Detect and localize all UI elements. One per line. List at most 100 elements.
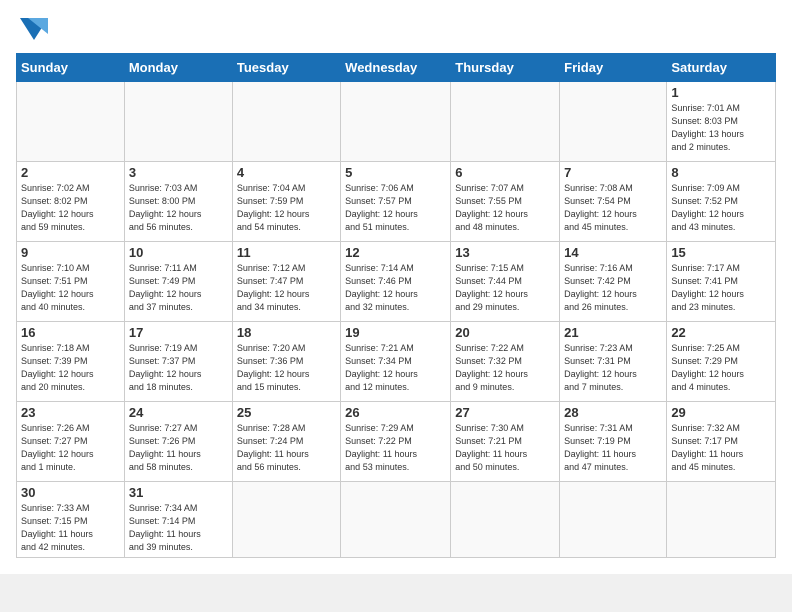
day-number: 14	[564, 245, 662, 260]
day-info: Sunrise: 7:15 AM Sunset: 7:44 PM Dayligh…	[455, 262, 555, 314]
day-number: 3	[129, 165, 228, 180]
calendar-cell	[232, 82, 340, 162]
calendar-cell: 19 Sunrise: 7:21 AM Sunset: 7:34 PM Dayli…	[341, 322, 451, 402]
day-number: 7	[564, 165, 662, 180]
day-number: 15	[671, 245, 771, 260]
day-info: Sunrise: 7:16 AM Sunset: 7:42 PM Dayligh…	[564, 262, 662, 314]
calendar-cell: 27 Sunrise: 7:30 AM Sunset: 7:21 PM Dayli…	[451, 402, 560, 482]
calendar-cell: 5 Sunrise: 7:06 AM Sunset: 7:57 PM Daylig…	[341, 162, 451, 242]
day-info: Sunrise: 7:04 AM Sunset: 7:59 PM Dayligh…	[237, 182, 336, 234]
weekday-header-tuesday: Tuesday	[232, 54, 340, 82]
calendar-cell: 25Sunrise: 7:28 AM Sunset: 7:24 PM Dayli…	[232, 402, 340, 482]
weekday-header-row: SundayMondayTuesdayWednesdayThursdayFrid…	[17, 54, 776, 82]
week-row-4: 16Sunrise: 7:18 AM Sunset: 7:39 PM Dayli…	[17, 322, 776, 402]
day-info: Sunrise: 7:34 AM Sunset: 7:14 PM Dayligh…	[129, 502, 228, 554]
calendar-cell	[667, 482, 776, 558]
day-number: 10	[129, 245, 228, 260]
day-number: 6	[455, 165, 555, 180]
weekday-header-thursday: Thursday	[451, 54, 560, 82]
header	[16, 16, 776, 45]
calendar-cell: 17 Sunrise: 7:19 AM Sunset: 7:37 PM Dayli…	[124, 322, 232, 402]
day-info: Sunrise: 7:12 AM Sunset: 7:47 PM Dayligh…	[237, 262, 336, 314]
day-info: Sunrise: 7:23 AM Sunset: 7:31 PM Dayligh…	[564, 342, 662, 394]
calendar-cell: 23 Sunrise: 7:26 AM Sunset: 7:27 PM Dayli…	[17, 402, 125, 482]
calendar-cell: 3 Sunrise: 7:03 AM Sunset: 8:00 PM Daylig…	[124, 162, 232, 242]
calendar-cell	[560, 82, 667, 162]
day-number: 11	[237, 245, 336, 260]
calendar-cell	[451, 82, 560, 162]
day-number: 18	[237, 325, 336, 340]
logo	[16, 16, 48, 45]
weekday-header-saturday: Saturday	[667, 54, 776, 82]
day-info: Sunrise: 7:21 AM Sunset: 7:34 PM Dayligh…	[345, 342, 446, 394]
day-number: 27	[455, 405, 555, 420]
day-number: 25	[237, 405, 336, 420]
day-number: 8	[671, 165, 771, 180]
calendar-cell: 14 Sunrise: 7:16 AM Sunset: 7:42 PM Dayli…	[560, 242, 667, 322]
page: SundayMondayTuesdayWednesdayThursdayFrid…	[0, 0, 792, 574]
day-number: 31	[129, 485, 228, 500]
day-info: Sunrise: 7:33 AM Sunset: 7:15 PM Dayligh…	[21, 502, 120, 554]
weekday-header-monday: Monday	[124, 54, 232, 82]
day-number: 23	[21, 405, 120, 420]
day-number: 1	[671, 85, 771, 100]
calendar-cell: 6 Sunrise: 7:07 AM Sunset: 7:55 PM Daylig…	[451, 162, 560, 242]
calendar-cell	[17, 82, 125, 162]
day-info: Sunrise: 7:26 AM Sunset: 7:27 PM Dayligh…	[21, 422, 120, 474]
calendar-cell: 29 Sunrise: 7:32 AM Sunset: 7:17 PM Dayli…	[667, 402, 776, 482]
calendar-cell: 20Sunrise: 7:22 AM Sunset: 7:32 PM Dayli…	[451, 322, 560, 402]
day-info: Sunrise: 7:29 AM Sunset: 7:22 PM Dayligh…	[345, 422, 446, 474]
day-number: 26	[345, 405, 446, 420]
day-info: Sunrise: 7:25 AM Sunset: 7:29 PM Dayligh…	[671, 342, 771, 394]
day-number: 4	[237, 165, 336, 180]
day-number: 21	[564, 325, 662, 340]
day-info: Sunrise: 7:32 AM Sunset: 7:17 PM Dayligh…	[671, 422, 771, 474]
calendar-cell	[232, 482, 340, 558]
day-info: Sunrise: 7:08 AM Sunset: 7:54 PM Dayligh…	[564, 182, 662, 234]
calendar-cell: 11 Sunrise: 7:12 AM Sunset: 7:47 PM Dayli…	[232, 242, 340, 322]
day-number: 30	[21, 485, 120, 500]
day-info: Sunrise: 7:30 AM Sunset: 7:21 PM Dayligh…	[455, 422, 555, 474]
day-number: 22	[671, 325, 771, 340]
week-row-1: 1 Sunrise: 7:01 AM Sunset: 8:03 PM Daylig…	[17, 82, 776, 162]
day-number: 2	[21, 165, 120, 180]
calendar-cell	[560, 482, 667, 558]
day-info: Sunrise: 7:11 AM Sunset: 7:49 PM Dayligh…	[129, 262, 228, 314]
calendar-cell: 18 Sunrise: 7:20 AM Sunset: 7:36 PM Dayli…	[232, 322, 340, 402]
calendar-cell: 31 Sunrise: 7:34 AM Sunset: 7:14 PM Dayli…	[124, 482, 232, 558]
weekday-header-sunday: Sunday	[17, 54, 125, 82]
day-number: 17	[129, 325, 228, 340]
day-info: Sunrise: 7:18 AM Sunset: 7:39 PM Dayligh…	[21, 342, 120, 394]
day-info: Sunrise: 7:06 AM Sunset: 7:57 PM Dayligh…	[345, 182, 446, 234]
day-number: 29	[671, 405, 771, 420]
calendar-cell: 28Sunrise: 7:31 AM Sunset: 7:19 PM Dayli…	[560, 402, 667, 482]
day-number: 13	[455, 245, 555, 260]
calendar-cell	[341, 482, 451, 558]
day-info: Sunrise: 7:02 AM Sunset: 8:02 PM Dayligh…	[21, 182, 120, 234]
calendar-cell: 22 Sunrise: 7:25 AM Sunset: 7:29 PM Dayli…	[667, 322, 776, 402]
logo-triangle-icon	[20, 18, 48, 40]
day-info: Sunrise: 7:01 AM Sunset: 8:03 PM Dayligh…	[671, 102, 771, 154]
day-info: Sunrise: 7:03 AM Sunset: 8:00 PM Dayligh…	[129, 182, 228, 234]
calendar-cell: 10 Sunrise: 7:11 AM Sunset: 7:49 PM Dayli…	[124, 242, 232, 322]
day-info: Sunrise: 7:17 AM Sunset: 7:41 PM Dayligh…	[671, 262, 771, 314]
calendar-cell: 13 Sunrise: 7:15 AM Sunset: 7:44 PM Dayli…	[451, 242, 560, 322]
day-number: 19	[345, 325, 446, 340]
calendar-cell: 1 Sunrise: 7:01 AM Sunset: 8:03 PM Daylig…	[667, 82, 776, 162]
day-number: 9	[21, 245, 120, 260]
day-number: 28	[564, 405, 662, 420]
day-number: 5	[345, 165, 446, 180]
calendar-cell: 7 Sunrise: 7:08 AM Sunset: 7:54 PM Daylig…	[560, 162, 667, 242]
day-info: Sunrise: 7:19 AM Sunset: 7:37 PM Dayligh…	[129, 342, 228, 394]
calendar-cell: 30 Sunrise: 7:33 AM Sunset: 7:15 PM Dayli…	[17, 482, 125, 558]
calendar-cell: 8Sunrise: 7:09 AM Sunset: 7:52 PM Daylig…	[667, 162, 776, 242]
calendar-cell: 15 Sunrise: 7:17 AM Sunset: 7:41 PM Dayli…	[667, 242, 776, 322]
week-row-5: 23 Sunrise: 7:26 AM Sunset: 7:27 PM Dayli…	[17, 402, 776, 482]
calendar-cell: 26 Sunrise: 7:29 AM Sunset: 7:22 PM Dayli…	[341, 402, 451, 482]
day-info: Sunrise: 7:10 AM Sunset: 7:51 PM Dayligh…	[21, 262, 120, 314]
day-info: Sunrise: 7:07 AM Sunset: 7:55 PM Dayligh…	[455, 182, 555, 234]
calendar-cell: 21 Sunrise: 7:23 AM Sunset: 7:31 PM Dayli…	[560, 322, 667, 402]
day-info: Sunrise: 7:20 AM Sunset: 7:36 PM Dayligh…	[237, 342, 336, 394]
calendar-cell: 2 Sunrise: 7:02 AM Sunset: 8:02 PM Daylig…	[17, 162, 125, 242]
day-number: 12	[345, 245, 446, 260]
